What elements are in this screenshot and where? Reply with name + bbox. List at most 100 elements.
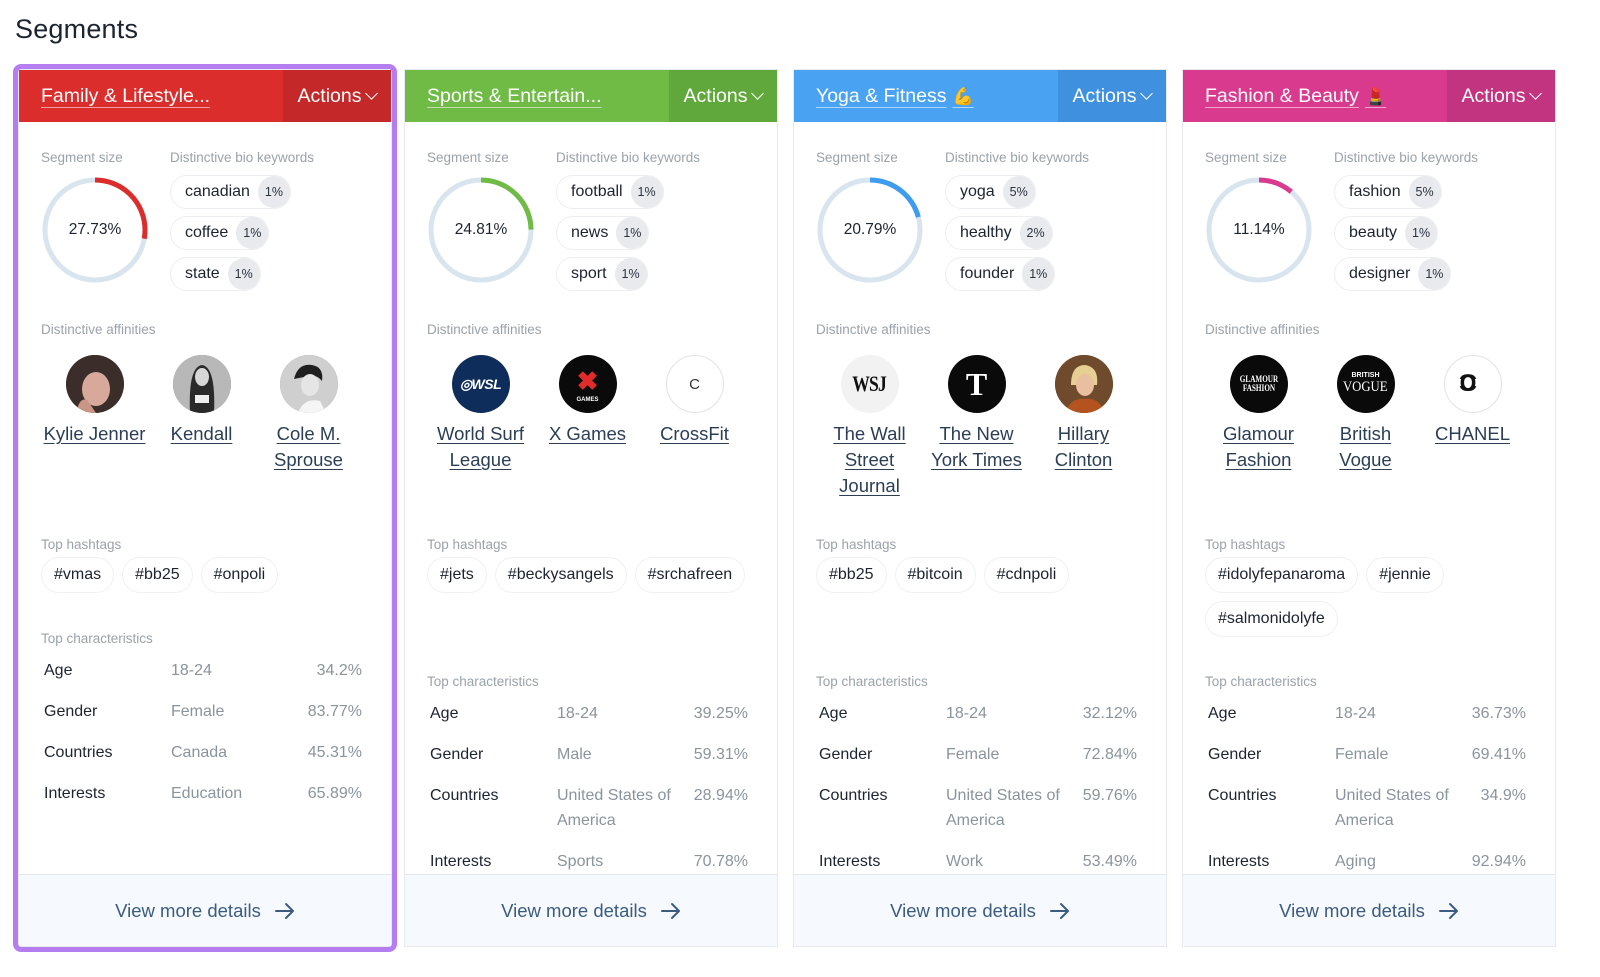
affinity-item[interactable]: Kendall [148, 355, 255, 473]
affinity-item[interactable]: GLAMOUR FASHION Glamour Fashion [1205, 355, 1312, 473]
hashtag-chip[interactable]: #salmonidolyfe [1205, 601, 1338, 637]
keyword-pill[interactable]: yoga 5% [945, 175, 1036, 209]
characteristic-percent: 34.2% [316, 662, 362, 679]
keyword-pill[interactable]: founder 1% [945, 257, 1056, 291]
segment-title-link[interactable]: Yoga & Fitness 💪 [816, 85, 974, 108]
affinity-item[interactable]: ◎WSL World Surf League [427, 355, 534, 473]
chanel-logo-icon: CC [1443, 355, 1502, 413]
segment-title-link[interactable]: Family & Lifestyle... [41, 85, 210, 108]
hashtag-chip[interactable]: #jennie [1366, 557, 1444, 593]
affinity-name-link[interactable]: X Games [549, 421, 626, 447]
view-more-details-label: View more details [1279, 899, 1425, 921]
hashtag-chip[interactable]: #jets [427, 557, 487, 593]
hashtags-list: #jets #beckysangels #srchafreen [427, 557, 757, 593]
affinity-name-link[interactable]: Hillary Clinton [1030, 421, 1137, 473]
hashtag-chip[interactable]: #bb25 [122, 557, 193, 593]
segment-title-link[interactable]: Sports & Entertain... [427, 85, 602, 108]
view-more-details-button[interactable]: View more details [405, 874, 777, 946]
affinity-item[interactable]: BRITISH VOGUE British Vogue [1312, 355, 1419, 473]
actions-dropdown-button[interactable]: Actions [1447, 70, 1555, 122]
affinity-name-link[interactable]: Glamour Fashion [1205, 421, 1312, 473]
hashtag-chip[interactable]: #bb25 [816, 557, 887, 593]
keyword-text: coffee [185, 224, 229, 241]
keyword-percent: 1% [1418, 258, 1451, 290]
affinity-name-link[interactable]: The New York Times [923, 421, 1030, 473]
affinity-item[interactable]: ✖ GAMES X Games [534, 355, 641, 473]
segment-card[interactable]: Fashion & Beauty 💄 Actions Segment size 1… [1182, 69, 1556, 947]
keyword-pill[interactable]: coffee 1% [170, 216, 270, 250]
hashtag-chip[interactable]: #beckysangels [494, 557, 627, 593]
view-more-details-button[interactable]: View more details [1183, 874, 1555, 946]
affinity-name-link[interactable]: Cole M. Sprouse [255, 421, 362, 473]
affinity-item[interactable]: Cole M. Sprouse [255, 355, 362, 473]
characteristic-key: Gender [430, 746, 484, 763]
affinities-list: Kylie Jenner Kendall Cole M. Sprouse [41, 355, 362, 473]
kylie-jenner-avatar-icon [65, 355, 124, 413]
affinity-name-link[interactable]: CrossFit [660, 421, 729, 447]
characteristic-row: Gender Female 69.41% [1208, 742, 1526, 767]
segment-size-donut: 11.14% [1204, 175, 1314, 285]
characteristic-key: Age [44, 662, 73, 679]
keyword-text: beauty [1349, 224, 1398, 241]
affinity-name-link[interactable]: Kendall [171, 421, 233, 447]
hashtag-chip[interactable]: #vmas [41, 557, 115, 593]
hashtag-chip[interactable]: #bitcoin [894, 557, 976, 593]
keyword-pill[interactable]: football 1% [556, 175, 664, 209]
characteristic-percent: 59.76% [1082, 787, 1137, 804]
affinity-name-link[interactable]: World Surf League [427, 421, 534, 473]
characteristic-key: Countries [1208, 787, 1277, 804]
hashtag-chip[interactable]: #srchafreen [634, 557, 746, 593]
bio-keywords-list: canadian 1% coffee 1% state 1% [170, 175, 291, 291]
affinity-name-link[interactable]: British Vogue [1312, 421, 1419, 473]
actions-dropdown-button[interactable]: Actions [669, 70, 777, 122]
affinity-item[interactable]: CC CHANEL [1419, 355, 1526, 473]
wsj-logo-icon: WSJ [840, 355, 899, 413]
keyword-pill[interactable]: news 1% [556, 216, 650, 250]
keyword-pill[interactable]: healthy 2% [945, 216, 1053, 250]
keyword-pill[interactable]: sport 1% [556, 257, 648, 291]
hashtag-chip[interactable]: #idolyfepanaroma [1205, 557, 1359, 593]
keyword-percent: 1% [257, 176, 290, 208]
glamour-logo-icon: GLAMOUR FASHION [1229, 355, 1288, 413]
segment-card[interactable]: Yoga & Fitness 💪 Actions Segment size 20.… [793, 69, 1167, 947]
actions-label: Actions [297, 84, 362, 107]
segment-card[interactable]: Sports & Entertain... Actions Segment si… [404, 69, 778, 947]
affinity-item[interactable]: C CrossFit [641, 355, 748, 473]
characteristic-percent: 70.78% [693, 853, 748, 870]
view-more-details-button[interactable]: View more details [794, 874, 1166, 946]
affinity-item[interactable]: T The New York Times [923, 355, 1030, 499]
hashtag-chip[interactable]: #cdnpoli [983, 557, 1070, 593]
keyword-pill[interactable]: designer 1% [1334, 257, 1452, 291]
keyword-text: founder [960, 265, 1015, 282]
hashtags-label: Top hashtags [427, 537, 508, 552]
affinities-label: Distinctive affinities [427, 322, 542, 337]
keyword-pill[interactable]: state 1% [170, 257, 261, 291]
affinity-name-link[interactable]: Kylie Jenner [44, 421, 146, 447]
keyword-percent: 2% [1019, 217, 1052, 249]
segment-size-value: 11.14% [1233, 221, 1285, 238]
segment-size-value: 24.81% [454, 221, 508, 238]
keyword-text: yoga [960, 183, 995, 200]
characteristic-value: 18-24 [1335, 705, 1376, 722]
actions-label: Actions [683, 84, 748, 107]
actions-dropdown-button[interactable]: Actions [1058, 70, 1166, 122]
keyword-pill[interactable]: beauty 1% [1334, 216, 1439, 250]
affinity-name-link[interactable]: CHANEL [1435, 421, 1510, 447]
keyword-pill[interactable]: fashion 5% [1334, 175, 1442, 209]
affinity-item[interactable]: Hillary Clinton [1030, 355, 1137, 499]
affinity-item[interactable]: WSJ The Wall Street Journal [816, 355, 923, 499]
segment-size-label: Segment size [427, 150, 509, 165]
characteristic-row: Gender Female 72.84% [819, 742, 1137, 767]
arrow-right-icon [1438, 902, 1458, 919]
bio-keywords-label: Distinctive bio keywords [945, 150, 1090, 165]
hashtag-chip[interactable]: #onpoli [200, 557, 279, 593]
actions-dropdown-button[interactable]: Actions [283, 70, 391, 122]
keyword-pill[interactable]: canadian 1% [170, 175, 291, 209]
segment-title-link[interactable]: Fashion & Beauty 💄 [1205, 85, 1386, 108]
affinity-name-link[interactable]: The Wall Street Journal [816, 421, 923, 499]
chevron-down-icon [1529, 87, 1543, 100]
affinity-item[interactable]: Kylie Jenner [41, 355, 148, 473]
keyword-percent: 1% [236, 217, 269, 249]
segment-card[interactable]: Family & Lifestyle... Actions Segment si… [13, 64, 397, 952]
view-more-details-button[interactable]: View more details [19, 874, 391, 946]
